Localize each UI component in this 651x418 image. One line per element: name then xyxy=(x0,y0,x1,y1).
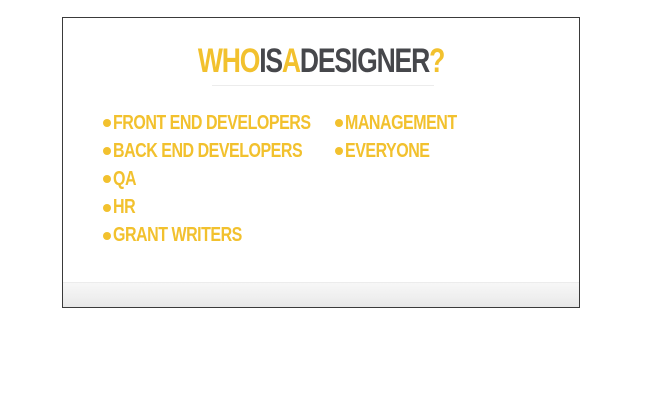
list-item-label: EVERYONE xyxy=(345,139,430,162)
bullet-dot-icon xyxy=(335,119,343,128)
list-item-label: MANAGEMENT xyxy=(345,111,457,134)
list-item: FRONT END DEVELOPERS xyxy=(103,109,360,137)
title-divider xyxy=(212,85,434,86)
bullet-dot-icon xyxy=(103,203,111,212)
bullet-dot-icon xyxy=(103,119,111,128)
list-item: EVERYONE xyxy=(335,137,485,165)
list-item-label: FRONT END DEVELOPERS xyxy=(113,111,311,134)
list-item: HR xyxy=(103,194,360,222)
right-bullet-list: MANAGEMENT EVERYONE xyxy=(335,109,485,165)
title-part-designer: DESIGNER xyxy=(299,42,430,80)
list-item-label: GRANT WRITERS xyxy=(113,224,242,247)
left-bullet-list: FRONT END DEVELOPERS BACK END DEVELOPERS… xyxy=(103,109,360,250)
slide: WHOISADESIGNER? FRONT END DEVELOPERS BAC… xyxy=(62,17,580,308)
list-item-label: BACK END DEVELOPERS xyxy=(113,139,303,162)
list-item: MANAGEMENT xyxy=(335,109,485,137)
bullet-dot-icon xyxy=(335,147,343,156)
title-part-who: WHO xyxy=(197,42,260,80)
list-item: GRANT WRITERS xyxy=(103,222,360,250)
slide-title: WHOISADESIGNER? xyxy=(120,42,522,80)
list-item: BACK END DEVELOPERS xyxy=(103,137,360,165)
list-item-label: QA xyxy=(113,167,137,190)
title-part-a: A xyxy=(281,42,301,80)
list-item-label: HR xyxy=(113,196,136,219)
list-item: QA xyxy=(103,165,360,193)
title-part-question-mark: ? xyxy=(429,42,445,80)
bullet-dot-icon xyxy=(103,147,111,156)
title-part-is: IS xyxy=(259,42,283,80)
slide-footer-bar xyxy=(63,282,579,307)
bullet-dot-icon xyxy=(103,231,111,240)
bullet-dot-icon xyxy=(103,175,111,184)
